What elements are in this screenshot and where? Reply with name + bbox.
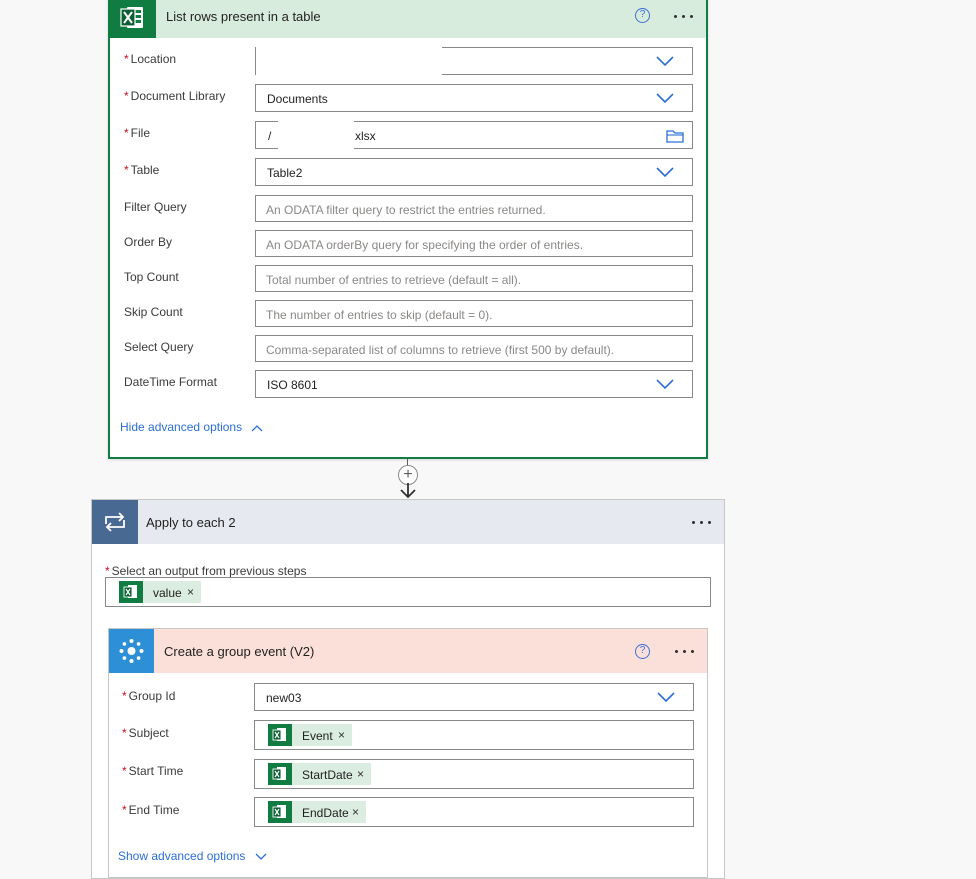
remove-icon[interactable]: × (357, 767, 364, 781)
more-options-icon[interactable] (690, 515, 714, 529)
file-picker-input[interactable]: / xlsx (255, 121, 693, 150)
groups-icon (109, 629, 154, 673)
skip-count-label: Skip Count (124, 305, 183, 319)
start-time-label: * Start Time (122, 764, 184, 778)
location-label: * Location (124, 52, 177, 66)
help-icon[interactable]: ? (635, 644, 650, 659)
excel-icon (110, 0, 156, 38)
select-output-label: * Select an output from previous steps (105, 564, 307, 578)
remove-icon[interactable]: × (352, 805, 359, 819)
group-id-label: * Group Id (122, 689, 176, 703)
startdate-token[interactable]: StartDate × (268, 763, 371, 785)
loop-icon (92, 500, 138, 544)
excel-icon (268, 801, 292, 823)
create-group-event-card: Create a group event (V2) ? * Group Id ne… (108, 628, 708, 878)
document-library-dropdown[interactable]: Documents (255, 84, 693, 112)
chevron-down-icon[interactable] (656, 56, 674, 67)
create-group-event-title: Create a group event (V2) (164, 644, 315, 659)
hide-advanced-options-link[interactable]: Hide advanced options (120, 420, 263, 434)
list-rows-action-card: List rows present in a table ? * Location… (108, 0, 708, 459)
table-label: * Table (124, 163, 160, 177)
filter-query-input[interactable]: An ODATA filter query to restrict the en… (255, 195, 693, 222)
event-token[interactable]: Event × (268, 724, 352, 746)
create-group-event-header[interactable]: Create a group event (V2) ? (109, 629, 707, 673)
value-token[interactable]: value × (119, 581, 201, 603)
select-query-input[interactable]: Comma-separated list of columns to retri… (255, 335, 693, 362)
enddate-token[interactable]: EndDate × (268, 801, 366, 823)
order-by-label: Order By (124, 235, 173, 249)
chevron-up-icon (251, 424, 263, 432)
excel-icon (268, 763, 292, 785)
list-rows-title: List rows present in a table (166, 9, 321, 24)
top-count-label: Top Count (124, 270, 179, 284)
select-query-label: Select Query (124, 340, 194, 354)
chevron-down-icon (255, 853, 267, 860)
chevron-down-icon[interactable] (656, 167, 674, 178)
remove-icon[interactable]: × (338, 728, 345, 742)
datetime-format-dropdown[interactable]: ISO 8601 (255, 370, 693, 398)
chevron-down-icon[interactable] (656, 379, 674, 390)
subject-label: * Subject (122, 726, 169, 740)
plus-icon[interactable]: + (398, 465, 418, 485)
table-dropdown[interactable]: Table2 (255, 158, 693, 186)
datetime-format-label: DateTime Format (124, 375, 217, 389)
end-time-input[interactable]: EndDate × (254, 797, 694, 827)
apply-to-each-header[interactable]: Apply to each 2 (92, 500, 724, 544)
skip-count-input[interactable]: The number of entries to skip (default =… (255, 300, 693, 327)
excel-icon (119, 581, 143, 603)
filter-query-label: Filter Query (124, 200, 187, 214)
start-time-input[interactable]: StartDate × (254, 759, 694, 789)
chevron-down-icon[interactable] (656, 93, 674, 104)
top-count-input[interactable]: Total number of entries to retrieve (def… (255, 265, 693, 292)
chevron-down-icon[interactable] (657, 692, 675, 703)
show-advanced-options-link[interactable]: Show advanced options (118, 849, 267, 863)
order-by-input[interactable]: An ODATA orderBy query for specifying th… (255, 230, 693, 257)
excel-icon (268, 724, 292, 746)
list-rows-header[interactable]: List rows present in a table ? (110, 0, 706, 38)
apply-to-each-title: Apply to each 2 (146, 515, 236, 530)
remove-icon[interactable]: × (187, 585, 194, 599)
more-options-icon[interactable] (672, 9, 696, 23)
document-library-label: * Document Library (124, 89, 226, 103)
more-options-icon[interactable] (673, 644, 697, 658)
help-icon[interactable]: ? (635, 8, 650, 23)
file-label: * File (124, 126, 151, 140)
arrow-down-icon (400, 483, 416, 499)
subject-input[interactable]: Event × (254, 720, 694, 750)
end-time-label: * End Time (122, 803, 180, 817)
group-id-dropdown[interactable]: new03 (254, 683, 694, 711)
redacted-area (278, 121, 354, 150)
folder-icon[interactable] (666, 129, 684, 143)
location-dropdown[interactable] (255, 47, 693, 76)
redacted-area (256, 47, 442, 76)
select-output-input[interactable]: value × (105, 577, 711, 607)
